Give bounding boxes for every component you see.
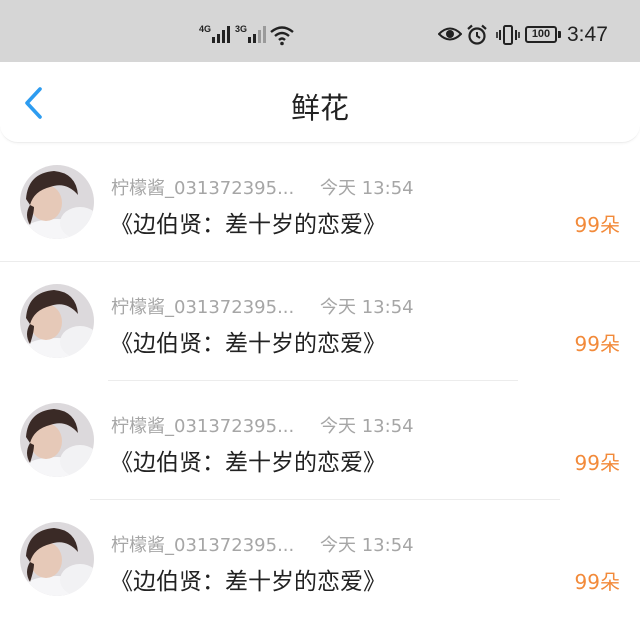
list-item[interactable]: 柠檬酱_031372395... 今天 13:54 《边伯贤：差十岁的恋爱》 9… [0,500,640,619]
list-item[interactable]: 柠檬酱_031372395... 今天 13:54 《边伯贤：差十岁的恋爱》 9… [0,262,640,381]
timestamp: 今天 13:54 [320,535,414,556]
network-label-3g: 3G [235,24,248,34]
avatar-image [20,165,94,239]
avatar-image [20,403,94,477]
status-bar: 4G 3G 100 3:47 [0,0,640,62]
signal-bars-icon [212,26,230,43]
avatar[interactable] [20,522,94,596]
timestamp: 今天 13:54 [320,416,414,437]
username: 柠檬酱_031372395... [111,178,295,199]
username: 柠檬酱_031372395... [111,535,295,556]
book-title: 《边伯贤：差十岁的恋爱》 [110,450,386,476]
battery-icon: 100 [525,26,557,43]
avatar[interactable] [20,165,94,239]
timestamp: 今天 13:54 [320,178,414,199]
username: 柠檬酱_031372395... [111,297,295,318]
book-title: 《边伯贤：差十岁的恋爱》 [110,569,386,595]
status-time: 3:47 [567,23,608,46]
avatar[interactable] [20,284,94,358]
timestamp: 今天 13:54 [320,297,414,318]
flower-list: 柠檬酱_031372395... 今天 13:54 《边伯贤：差十岁的恋爱》 9… [0,143,640,619]
vibrate-icon [496,25,520,45]
alarm-clock-icon [467,24,487,45]
signal-bars-icon [248,26,266,43]
avatar-image [20,522,94,596]
book-title: 《边伯贤：差十岁的恋爱》 [110,212,386,238]
flower-count: 99朵 [574,332,620,356]
page-title: 鲜花 [290,91,349,125]
network-label-4g: 4G [199,24,212,34]
flower-count: 99朵 [574,451,620,475]
list-item[interactable]: 柠檬酱_031372395... 今天 13:54 《边伯贤：差十岁的恋爱》 9… [0,143,640,262]
avatar[interactable] [20,403,94,477]
flower-count: 99朵 [574,213,620,237]
username: 柠檬酱_031372395... [111,416,295,437]
book-title: 《边伯贤：差十岁的恋爱》 [110,331,386,357]
battery-tip [558,31,561,38]
list-item[interactable]: 柠檬酱_031372395... 今天 13:54 《边伯贤：差十岁的恋爱》 9… [0,381,640,500]
avatar-image [20,284,94,358]
flower-count: 99朵 [574,570,620,594]
eye-icon [438,27,462,41]
wifi-icon [270,26,294,46]
